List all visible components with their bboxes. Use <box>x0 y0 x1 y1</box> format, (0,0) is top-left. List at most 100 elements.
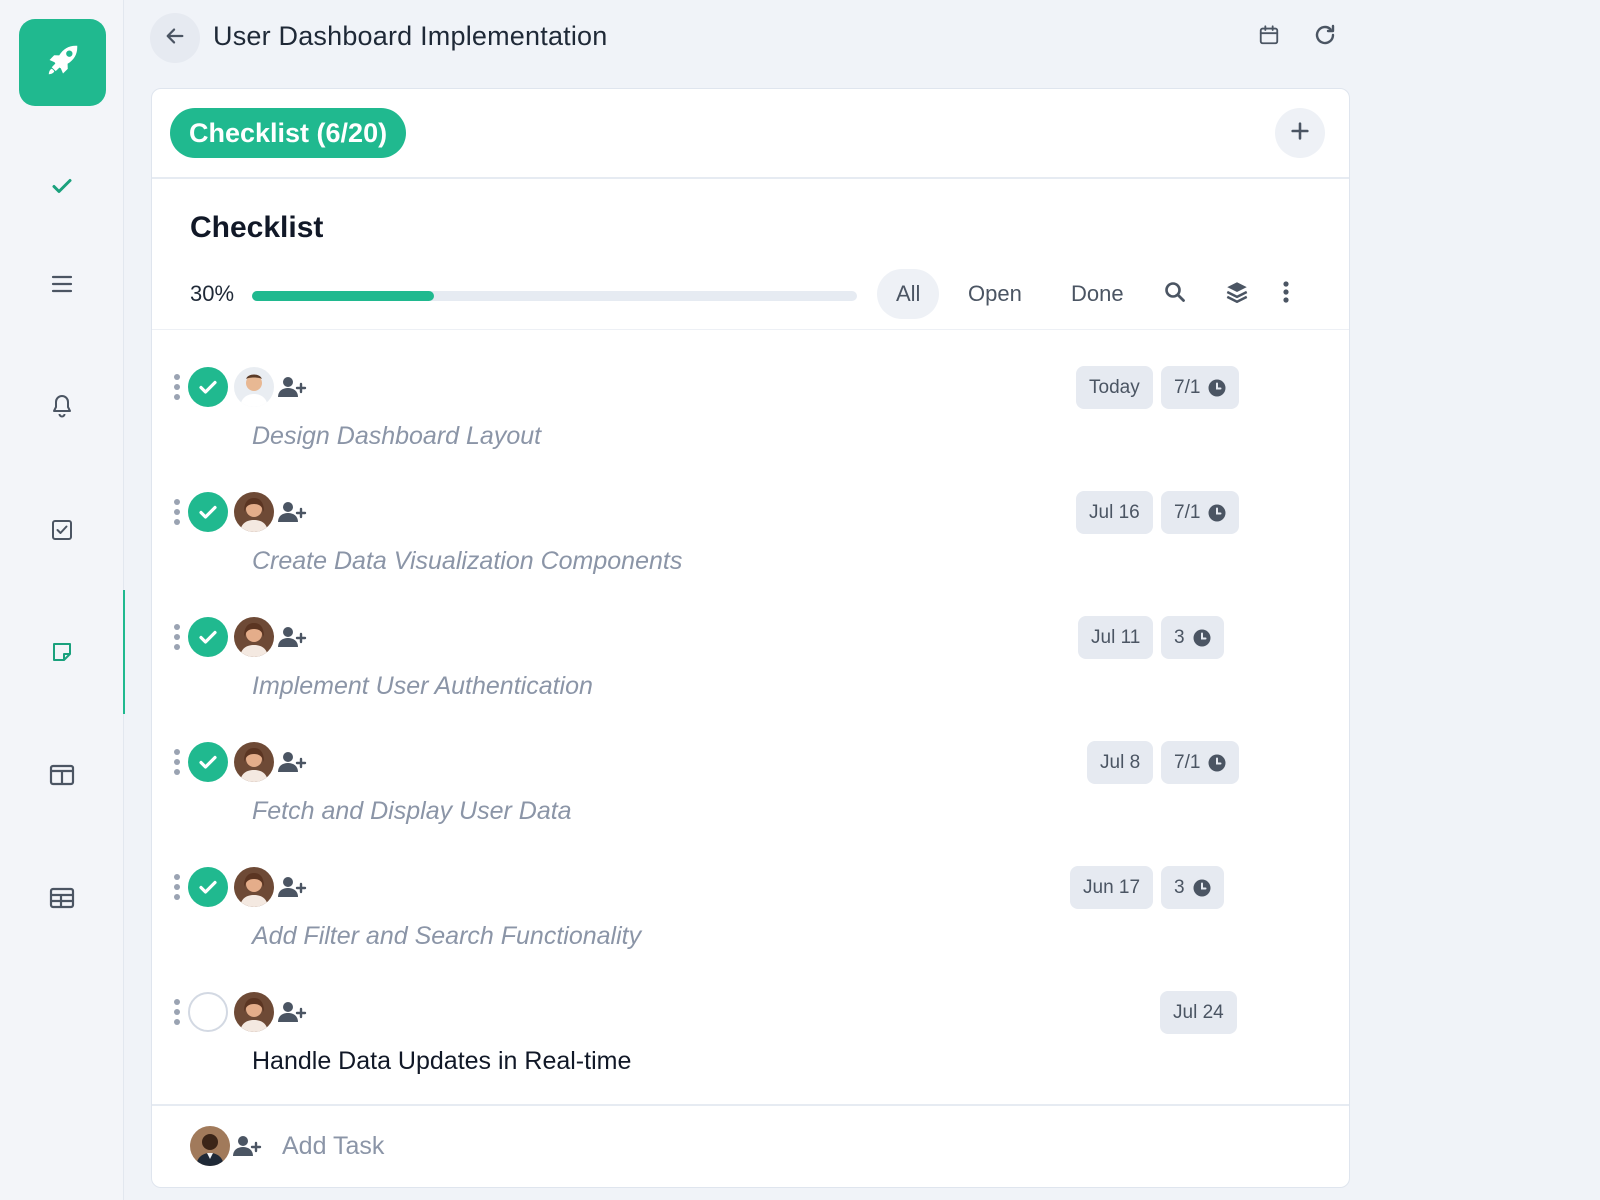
estimate-badge[interactable]: 7/1 <box>1161 741 1240 784</box>
clock-icon <box>1193 879 1211 897</box>
date-badge[interactable]: Jul 24 <box>1160 991 1237 1034</box>
date-badge[interactable]: Jul 16 <box>1076 491 1153 534</box>
drag-handle-icon[interactable] <box>173 374 181 400</box>
task-checkbox[interactable] <box>188 867 228 907</box>
task-checkbox[interactable] <box>188 992 228 1032</box>
estimate-label: 3 <box>1174 627 1185 648</box>
plus-icon <box>1289 120 1311 147</box>
avatar <box>234 367 274 407</box>
drag-handle-icon[interactable] <box>173 874 181 900</box>
calendar-icon <box>1258 24 1280 51</box>
search-button[interactable] <box>1160 279 1190 309</box>
sidebar <box>0 0 125 1200</box>
task-checkbox[interactable] <box>188 617 228 657</box>
estimate-label: 7/1 <box>1174 377 1201 398</box>
add-assignee-icon[interactable] <box>278 874 308 900</box>
avatar <box>234 492 274 532</box>
task-checkbox[interactable] <box>188 367 228 407</box>
avatar <box>234 617 274 657</box>
task-row[interactable]: 3 Jul 11 Implement User Authentication <box>152 594 1349 719</box>
nav-item-table[interactable] <box>0 836 124 960</box>
refresh-icon <box>1313 23 1337 52</box>
date-badge[interactable]: Today <box>1076 366 1153 409</box>
clock-icon <box>1208 754 1226 772</box>
more-button[interactable] <box>1271 279 1301 309</box>
avatar <box>234 992 274 1032</box>
progress-fill <box>252 291 434 301</box>
filter-done[interactable]: Done <box>1052 269 1143 319</box>
task-row[interactable]: Jul 24 Handle Data Updates in Real-time <box>152 969 1349 1094</box>
drag-handle-icon[interactable] <box>173 624 181 650</box>
rocket-icon <box>44 41 82 84</box>
clock-icon <box>1208 504 1226 522</box>
task-row[interactable]: 7/1 Today Design Dashboard Layout <box>152 344 1349 469</box>
add-assignee-icon[interactable] <box>278 624 308 650</box>
add-assignee-icon[interactable] <box>278 999 308 1025</box>
task-name[interactable]: Fetch and Display User Data <box>252 797 572 826</box>
nav-item-notifications[interactable] <box>0 344 124 468</box>
progress-label: 30% <box>190 281 235 306</box>
clock-icon <box>1208 379 1226 397</box>
table-icon <box>49 885 75 911</box>
checklist-card: Checklist (6/20) Checklist 30% All Open … <box>151 88 1350 1188</box>
nav-item-notes[interactable] <box>0 590 125 714</box>
drag-handle-icon[interactable] <box>173 499 181 525</box>
task-checkbox[interactable] <box>188 742 228 782</box>
layers-button[interactable] <box>1222 279 1252 309</box>
task-name[interactable]: Add Filter and Search Functionality <box>252 922 641 951</box>
progress-bar <box>252 291 857 301</box>
menu-icon <box>49 271 75 297</box>
nav-item-tasks[interactable] <box>0 468 124 592</box>
task-checkbox[interactable] <box>188 492 228 532</box>
note-icon <box>49 639 75 665</box>
logo-button[interactable] <box>19 19 106 106</box>
add-task-input[interactable]: Add Task <box>282 1132 384 1161</box>
page-title: User Dashboard Implementation <box>213 21 608 51</box>
nav-item-menu[interactable] <box>0 222 124 346</box>
refresh-button[interactable] <box>1310 22 1340 52</box>
avatar <box>234 867 274 907</box>
task-row[interactable]: 7/1 Jul 8 Fetch and Display User Data <box>152 719 1349 844</box>
add-assignee-icon[interactable] <box>278 499 308 525</box>
task-row[interactable]: 3 Jun 17 Add Filter and Search Functionali… <box>152 844 1349 969</box>
search-icon <box>1163 280 1187 309</box>
add-assignee-icon[interactable] <box>278 749 308 775</box>
card-header: Checklist (6/20) <box>152 89 1349 179</box>
bell-icon <box>49 393 75 419</box>
add-task-row[interactable]: Add Task <box>152 1104 1349 1187</box>
filter-all[interactable]: All <box>877 269 940 319</box>
checklist-tab[interactable]: Checklist (6/20) <box>170 108 407 158</box>
date-badge[interactable]: Jun 17 <box>1070 866 1154 909</box>
estimate-badge[interactable]: 7/1 <box>1161 366 1240 409</box>
task-row[interactable]: 7/1 Jul 16 Create Data Visualization Compo… <box>152 469 1349 594</box>
check-icon <box>49 173 75 199</box>
back-button[interactable] <box>150 13 200 63</box>
calendar-button[interactable] <box>1254 22 1284 52</box>
task-name[interactable]: Create Data Visualization Components <box>252 547 682 576</box>
estimate-badge[interactable]: 3 <box>1161 866 1224 909</box>
estimate-label: 3 <box>1174 877 1185 898</box>
avatar <box>234 742 274 782</box>
estimate-badge[interactable]: 7/1 <box>1161 491 1240 534</box>
drag-handle-icon[interactable] <box>173 999 181 1025</box>
add-checklist-button[interactable] <box>1275 108 1325 158</box>
date-badge[interactable]: Jul 8 <box>1087 741 1154 784</box>
avatar <box>190 1126 230 1166</box>
add-assignee-icon[interactable] <box>278 374 308 400</box>
columns-icon <box>49 762 75 788</box>
drag-handle-icon[interactable] <box>173 749 181 775</box>
date-badge[interactable]: Jul 11 <box>1078 616 1154 659</box>
arrow-left-icon <box>164 25 186 52</box>
progress-toolbar: 30% All Open Done <box>152 257 1349 330</box>
filter-open[interactable]: Open <box>949 269 1041 319</box>
task-name[interactable]: Handle Data Updates in Real-time <box>252 1047 631 1076</box>
more-vertical-icon <box>1281 279 1291 310</box>
add-assignee-icon[interactable] <box>232 1132 264 1160</box>
nav-item-columns[interactable] <box>0 713 124 837</box>
estimate-label: 7/1 <box>1174 502 1201 523</box>
task-name[interactable]: Design Dashboard Layout <box>252 422 541 451</box>
task-name[interactable]: Implement User Authentication <box>252 672 593 701</box>
layers-icon <box>1224 279 1250 310</box>
estimate-badge[interactable]: 3 <box>1161 616 1224 659</box>
clock-icon <box>1193 629 1211 647</box>
